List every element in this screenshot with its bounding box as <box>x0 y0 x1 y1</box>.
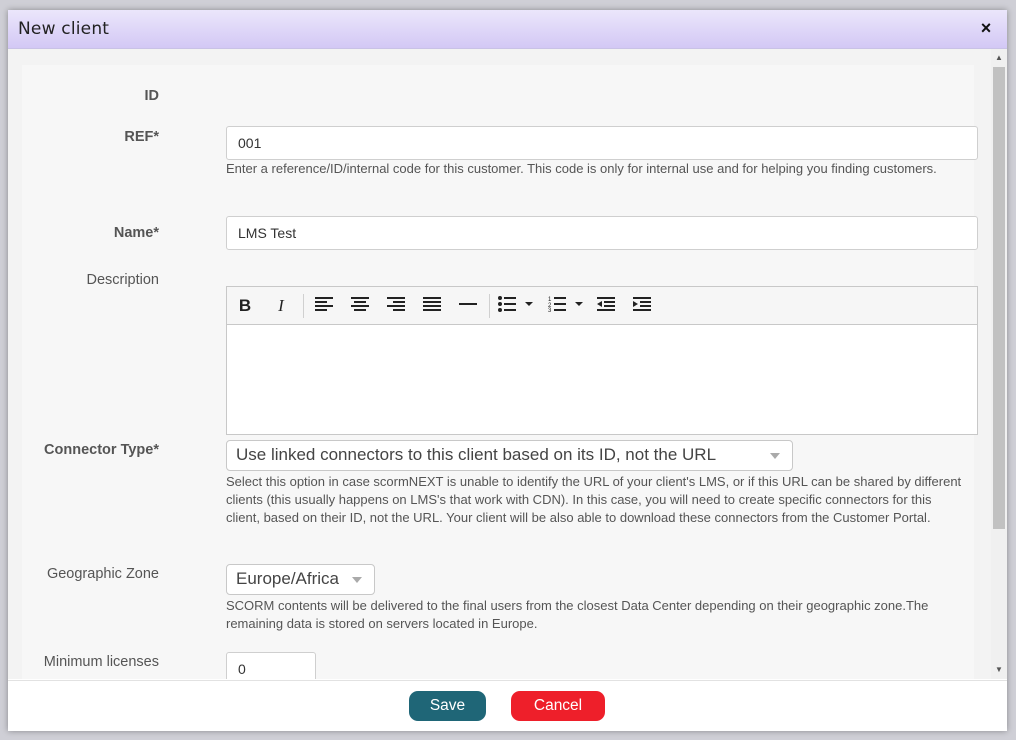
indent-icon[interactable] <box>631 296 653 316</box>
geographic-zone-help-text: SCORM contents will be delivered to the … <box>226 598 929 631</box>
dialog-title: New client <box>18 19 110 39</box>
minimum-licenses-input[interactable]: 0 <box>226 652 316 679</box>
save-button[interactable]: Save <box>409 691 486 721</box>
chevron-down-icon <box>352 577 362 583</box>
geographic-zone-value: Europe/Africa <box>236 569 339 588</box>
scroll-down-icon[interactable]: ▼ <box>991 663 1007 677</box>
svg-text:3: 3 <box>548 308 552 312</box>
new-client-dialog: New client × ID REF* 001 Enter a referen… <box>8 10 1007 731</box>
dialog-footer: Save Cancel <box>8 680 1007 731</box>
connector-help-text: Select this option in case scormNEXT is … <box>226 474 962 525</box>
dialog-body: ID REF* 001 Enter a reference/ID/interna… <box>8 49 1007 679</box>
bullet-list-icon[interactable] <box>497 296 535 316</box>
ref-input[interactable]: 001 <box>226 126 978 160</box>
align-left-icon[interactable] <box>313 296 335 316</box>
description-label: Description <box>86 272 159 288</box>
editor-toolbar: B I 1 2 3 <box>227 287 977 325</box>
description-textarea[interactable] <box>227 325 977 434</box>
scrollbar[interactable]: ▲ ▼ <box>991 49 1007 679</box>
align-center-icon[interactable] <box>349 296 371 316</box>
description-editor: B I 1 2 3 <box>226 286 978 435</box>
toolbar-separator <box>489 294 490 318</box>
ref-help-text: Enter a reference/ID/internal code for t… <box>226 161 937 176</box>
italic-icon[interactable]: I <box>271 296 291 316</box>
connector-type-value: Use linked connectors to this client bas… <box>236 445 717 464</box>
align-right-icon[interactable] <box>385 296 407 316</box>
scrollbar-thumb[interactable] <box>993 67 1005 529</box>
name-input[interactable]: LMS Test <box>226 216 978 250</box>
dialog-titlebar: New client × <box>8 10 1007 49</box>
minimum-licenses-label: Minimum licenses <box>43 654 159 670</box>
ref-label: REF* <box>124 129 159 145</box>
bold-icon[interactable]: B <box>235 296 255 316</box>
numbered-list-icon[interactable]: 123 <box>547 296 585 316</box>
connector-type-label: Connector Type* <box>44 442 159 458</box>
geographic-zone-select[interactable]: Europe/Africa <box>226 564 375 595</box>
align-justify-icon[interactable] <box>421 296 443 316</box>
connector-type-select[interactable]: Use linked connectors to this client bas… <box>226 440 793 471</box>
id-label: ID <box>144 88 160 104</box>
outdent-icon[interactable] <box>595 296 617 316</box>
toolbar-separator <box>303 294 304 318</box>
name-label: Name* <box>113 225 159 241</box>
chevron-down-icon <box>770 453 780 459</box>
form-panel: ID REF* 001 Enter a reference/ID/interna… <box>22 65 978 679</box>
close-icon[interactable]: × <box>977 19 995 37</box>
scroll-up-icon[interactable]: ▲ <box>991 51 1007 65</box>
geographic-zone-label: Geographic Zone <box>46 566 159 582</box>
horizontal-rule-icon[interactable] <box>457 296 479 316</box>
cancel-button[interactable]: Cancel <box>511 691 605 721</box>
